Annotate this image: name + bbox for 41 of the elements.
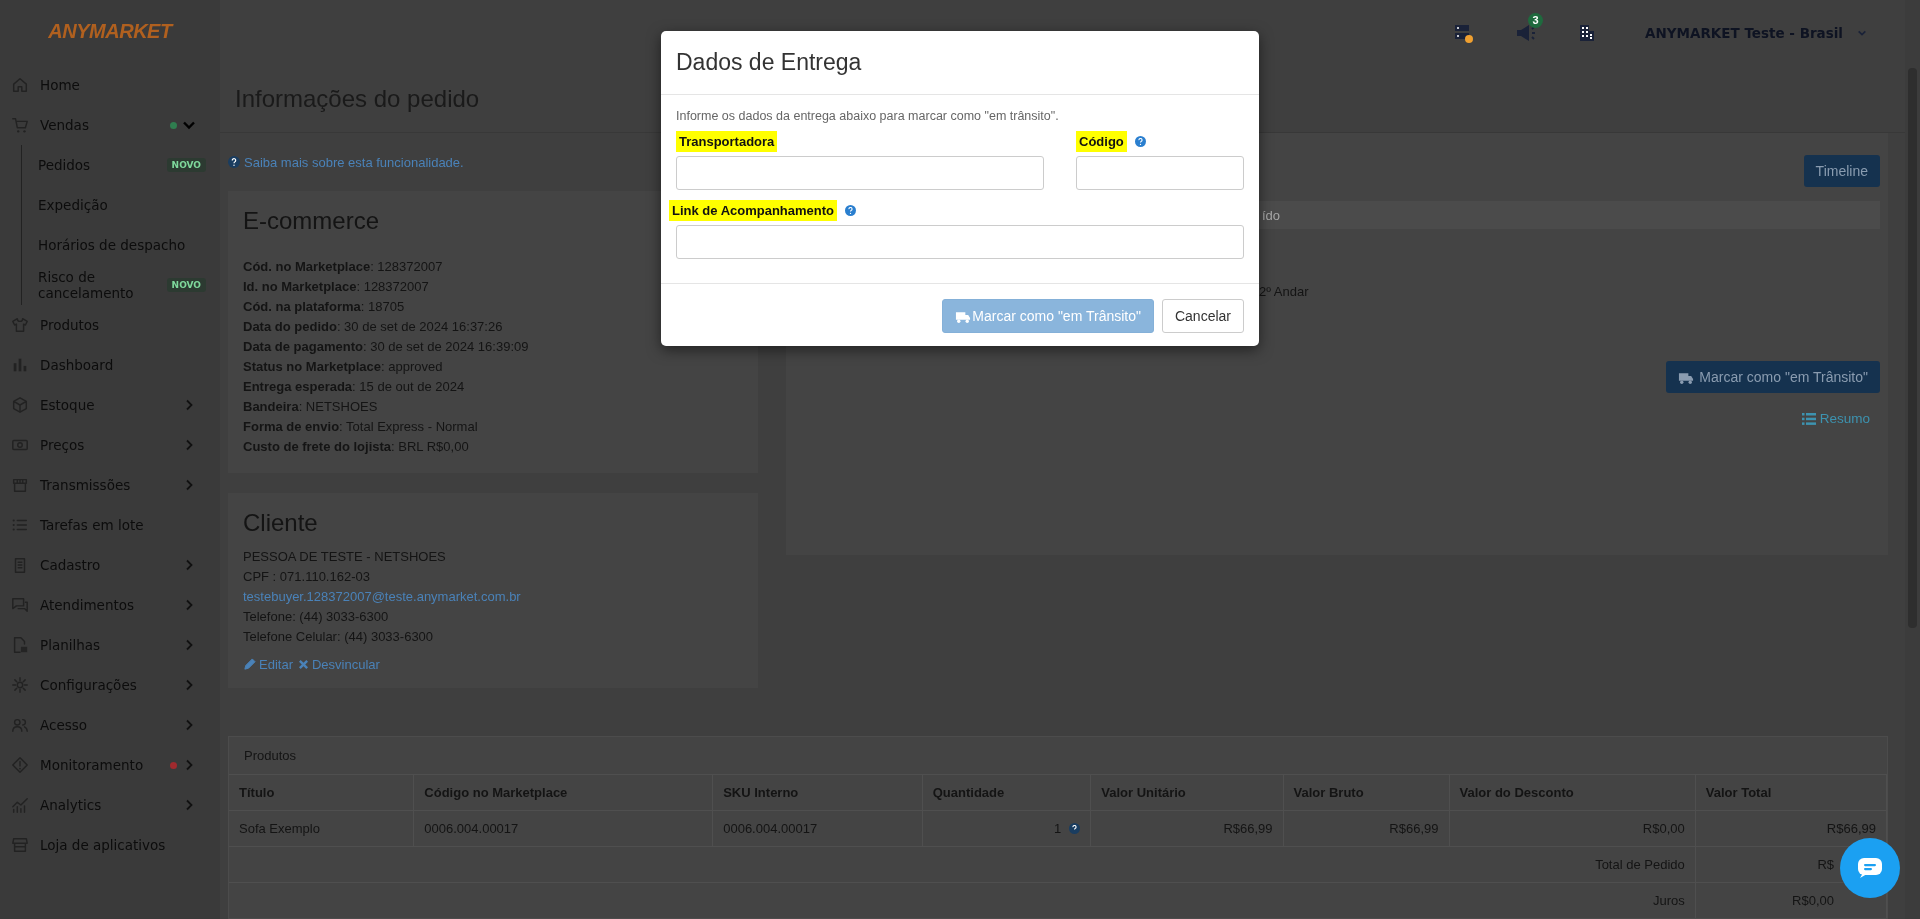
logo: ANYMARKET	[48, 19, 172, 44]
home-icon	[11, 76, 29, 94]
input-field[interactable]	[676, 225, 1244, 259]
instruction-text: Informe os dados da entrega abaixo para marcar como "em trânsito".	[676, 109, 1060, 123]
close-icon	[297, 659, 309, 670]
bar-chart-icon	[11, 356, 29, 374]
new-badge: NOVO	[166, 278, 206, 292]
summary-link[interactable]: Resumo	[1801, 411, 1870, 426]
box-icon	[11, 396, 29, 414]
line-chart-icon	[11, 796, 29, 814]
unlink-link[interactable]: Desvincular	[297, 657, 380, 672]
timeline-button[interactable]: Timeline	[1803, 155, 1880, 187]
chat-icon	[11, 596, 29, 614]
cancel-button[interactable]: Cancelar	[1161, 299, 1244, 333]
shop-icon	[11, 836, 29, 854]
shirt-icon	[11, 316, 29, 334]
settings-icon	[11, 676, 29, 694]
field-label: Código	[1076, 131, 1127, 152]
status-text: ído	[1262, 207, 1281, 223]
input-field[interactable]	[1076, 156, 1244, 190]
cart-icon	[11, 116, 29, 134]
help-link[interactable]: Saiba mais sobre esta funcionalidade.	[228, 154, 464, 170]
list-icon	[11, 516, 29, 534]
pencil-icon	[243, 658, 256, 671]
spreadsheet-icon	[11, 636, 29, 654]
list-icon	[1801, 412, 1816, 425]
email-link[interactable]: testebuyer.128372007@teste.anymarket.com.br	[243, 587, 521, 607]
new-badge: NOVO	[166, 158, 206, 172]
store-icon	[11, 476, 29, 494]
chat-icon	[1857, 857, 1883, 879]
warning-icon	[11, 756, 29, 774]
field-label: Transportadora	[676, 131, 778, 152]
edit-link[interactable]: Editar	[243, 657, 293, 672]
help-icon	[228, 156, 240, 168]
mark-in-transit-button[interactable]: Marcar como "em Trânsito"	[1666, 361, 1880, 393]
input-field[interactable]	[676, 156, 1044, 190]
modal-title: Dados de Entrega	[676, 48, 863, 77]
help-icon	[1069, 823, 1081, 834]
notification-badge: 3	[1528, 12, 1544, 28]
users-icon	[11, 716, 29, 734]
field-label: Link de Acompanhamento	[669, 200, 838, 221]
